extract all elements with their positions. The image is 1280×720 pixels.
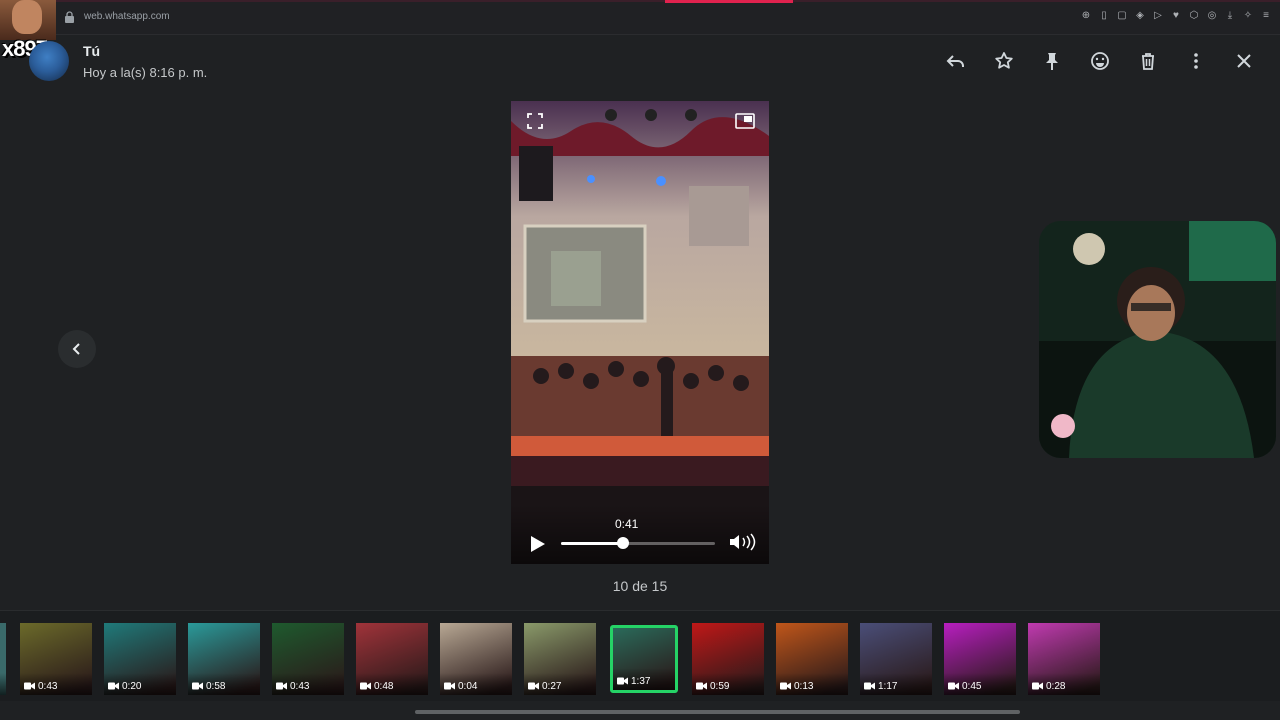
video-camera-icon [24,682,35,690]
reply-button[interactable] [944,46,968,76]
video-player[interactable]: 0:41 [511,101,769,564]
media-viewer-actions [944,46,1256,76]
thumbnail[interactable]: 0:48 [356,623,428,695]
thumbnail-duration: 1:37 [631,676,651,687]
video-camera-icon [780,682,791,690]
video-camera-icon [360,682,371,690]
video-progress-handle[interactable] [616,537,629,549]
video-camera-icon [864,682,875,690]
zoom-icon[interactable]: ⊕ [1080,10,1092,22]
close-icon [1237,54,1251,68]
react-button[interactable] [1088,46,1112,76]
profile-icon[interactable]: ◎ [1206,10,1218,22]
extension-icon[interactable]: ⬡ [1188,10,1200,22]
previous-media-button[interactable] [58,330,96,368]
streamer-overlay-image [0,0,56,40]
thumbnail[interactable]: 0:59 [692,623,764,695]
video-current-time: 0:41 [615,517,639,531]
video-camera-icon [617,677,628,685]
video-progress-bar[interactable] [561,537,715,549]
video-camera-icon [192,682,203,690]
video-progress-fill [561,542,623,545]
browser-toolbar: web.whatsapp.com ⊕ ▯ ▢ ◈ ▷ ♥ ⬡ ◎ ⤓ ✧ ≡ [0,0,1280,35]
emoji-icon [1091,52,1109,70]
video-camera-icon [696,682,707,690]
thumbnail[interactable]: 0:43 [272,623,344,695]
media-counter: 10 de 15 [612,578,668,594]
thumbnail-active[interactable]: 1:37 [610,625,678,693]
picture-in-picture-icon[interactable] [735,113,755,129]
thumbnail-duration: 0:20 [122,681,142,692]
browser-extension-icons: ⊕ ▯ ▢ ◈ ▷ ♥ ⬡ ◎ ⤓ ✧ ≡ [1080,10,1272,22]
pin-icon [1046,53,1058,70]
thumbnail[interactable]: 0:28 [1028,623,1100,695]
play-icon[interactable] [527,534,547,554]
media-thumbnail-strip: 0:43 0:20 0:58 0:43 0:48 0:04 0:27 1:37 0:59 0:13… [0,610,1280,701]
more-options-button[interactable] [1184,46,1208,76]
video-camera-icon [948,682,959,690]
address-bar[interactable]: web.whatsapp.com [84,11,170,22]
window-icon[interactable]: ▢ [1116,10,1128,22]
trash-icon [1142,53,1154,70]
thumbnail-duration: 0:58 [206,681,226,692]
volume-icon[interactable] [728,532,758,552]
thumbnail[interactable]: 1:17 [860,623,932,695]
video-camera-icon [108,682,119,690]
delete-button[interactable] [1136,46,1160,76]
star-icon [995,52,1013,69]
video-camera-icon [528,682,539,690]
video-controls: 0:41 [511,504,769,564]
thumbnail-duration: 0:45 [962,681,982,692]
thumbnail-duration: 0:43 [38,681,58,692]
lock-icon [65,11,74,23]
more-vert-icon [1194,53,1198,69]
heart-icon[interactable]: ♥ [1170,10,1182,22]
sender-name: Tú [83,43,101,59]
thumbnail-duration: 0:27 [542,681,562,692]
close-button[interactable] [1232,46,1256,76]
fullscreen-icon[interactable] [527,113,543,129]
video-camera-icon [1032,682,1043,690]
thumbnail[interactable]: 0:13 [776,623,848,695]
thumbnail[interactable]: 0:27 [524,623,596,695]
thumbnail[interactable]: 0:20 [104,623,176,695]
thumbnail-scrollbar[interactable] [415,710,1020,714]
thumbnail-duration: 0:28 [1046,681,1066,692]
sender-avatar[interactable] [29,41,69,81]
thumbnail-duration: 1:17 [878,681,898,692]
ai-icon[interactable]: ✧ [1242,10,1254,22]
chevron-left-icon [72,343,80,355]
thumbnail-duration: 0:13 [794,681,814,692]
play-icon[interactable]: ▷ [1152,10,1164,22]
download-icon[interactable]: ⤓ [1224,10,1236,22]
video-camera-icon [276,682,287,690]
reply-icon [946,55,964,67]
webcam-overlay [1039,221,1276,458]
thumbnail-partial[interactable] [0,623,6,695]
thumbnail[interactable]: 0:04 [440,623,512,695]
message-timestamp: Hoy a la(s) 8:16 p. m. [83,65,208,80]
menu-icon[interactable]: ≡ [1260,10,1272,22]
thumbnail-duration: 0:04 [458,681,478,692]
thumbnail[interactable]: 0:45 [944,623,1016,695]
thumbnail[interactable]: 0:58 [188,623,260,695]
pin-button[interactable] [1040,46,1064,76]
active-tab-indicator [665,0,793,3]
shield-icon[interactable]: ◈ [1134,10,1146,22]
tab-strip [0,0,1280,2]
thumbnail-duration: 0:48 [374,681,394,692]
star-button[interactable] [992,46,1016,76]
thumbnail-duration: 0:43 [290,681,310,692]
video-frame-image [511,101,769,564]
bookmark-icon[interactable]: ▯ [1098,10,1110,22]
video-camera-icon [444,682,455,690]
thumbnail[interactable]: 0:43 [20,623,92,695]
thumbnail-duration: 0:59 [710,681,730,692]
